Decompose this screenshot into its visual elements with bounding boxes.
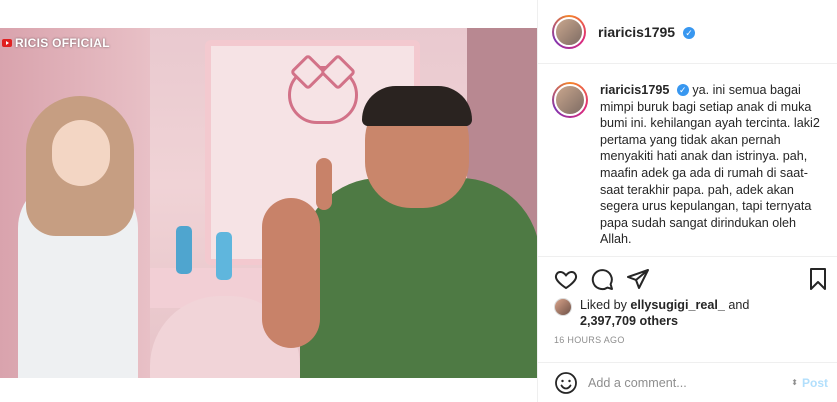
post-label: Post [801, 375, 828, 390]
sort-arrows-icon: ⬍ [791, 378, 798, 387]
header-username[interactable]: riaricis1795 ✓ [598, 24, 695, 40]
caption-text: riaricis1795 ✓ ya. ini semua bagai mimpi… [600, 82, 820, 248]
liker-avatar[interactable] [554, 298, 572, 316]
verified-badge-icon: ✓ [682, 26, 695, 39]
comment-bar: ⬍ Post [538, 362, 837, 402]
likes-summary: Liked by ellysugigi_real_ and 2,397,709 … [554, 297, 749, 329]
youtube-icon [2, 39, 12, 47]
hello-kitty-decor [288, 66, 358, 124]
bottle [216, 232, 232, 280]
emoji-icon[interactable] [554, 371, 578, 395]
likes-text: Liked by ellysugigi_real_ and 2,397,709 … [580, 297, 749, 329]
post-caption: riaricis1795 ✓ ya. ini semua bagai mimpi… [552, 82, 832, 248]
avatar[interactable] [552, 14, 586, 49]
caption-body: ya. ini semua bagai mimpi buruk bagi set… [600, 83, 820, 247]
man-finger [316, 158, 332, 210]
comment-input[interactable] [588, 375, 788, 390]
man-arm [262, 198, 320, 348]
post-sidebar: riaricis1795 ✓ riaricis1795 ✓ ya. ini se… [537, 0, 837, 402]
caption-avatar[interactable] [552, 82, 588, 118]
watermark-text: RICIS OFFICIAL [15, 36, 110, 50]
man-figure [300, 178, 537, 378]
likes-prefix: Liked by [580, 298, 631, 312]
likes-count-link[interactable]: 2,397,709 others [580, 314, 678, 328]
caption-username[interactable]: riaricis1795 [600, 83, 669, 97]
man-hair [362, 86, 472, 126]
paper-plane-icon[interactable] [626, 267, 650, 291]
action-icons [554, 267, 830, 293]
first-liker-link[interactable]: ellysugigi_real_ [630, 298, 725, 312]
likes-and: and [724, 298, 750, 312]
post-comment-button[interactable]: ⬍ Post [791, 376, 828, 390]
heart-icon[interactable] [554, 267, 578, 291]
post-timestamp[interactable]: 16 HOURS AGO [554, 335, 625, 345]
post-header: riaricis1795 ✓ [538, 0, 837, 64]
verified-badge-icon: ✓ [676, 84, 689, 96]
bottle [176, 226, 192, 274]
comment-icon[interactable] [590, 267, 614, 291]
woman-face [52, 120, 110, 186]
post-media[interactable]: RICIS OFFICIAL [0, 28, 537, 378]
bookmark-icon[interactable] [806, 267, 830, 291]
video-watermark: RICIS OFFICIAL [2, 36, 110, 50]
